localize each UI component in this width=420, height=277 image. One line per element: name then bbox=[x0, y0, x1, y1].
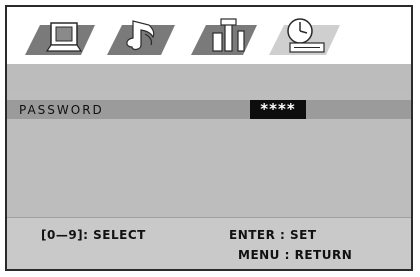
menu-separator-band bbox=[7, 64, 411, 93]
tools-icon bbox=[212, 18, 245, 52]
menu-content-area bbox=[7, 119, 411, 217]
tv-icon bbox=[45, 22, 83, 52]
setup-menu-window: PASSWORD **** [0—9]: SELECT ENTER : SET … bbox=[5, 5, 413, 271]
tab-tv[interactable] bbox=[25, 22, 95, 55]
help-footer: [0—9]: SELECT ENTER : SET MENU : RETURN bbox=[7, 217, 411, 269]
enter-set-hint: ENTER : SET bbox=[229, 228, 317, 242]
menu-return-hint: MENU : RETURN bbox=[238, 248, 353, 262]
password-field[interactable]: **** bbox=[250, 100, 306, 119]
tab-audio[interactable] bbox=[107, 20, 175, 55]
select-hint: [0—9]: SELECT bbox=[41, 228, 146, 242]
menu-icon-bar bbox=[7, 7, 411, 64]
password-label: PASSWORD bbox=[19, 103, 104, 117]
tab-tools[interactable] bbox=[191, 18, 257, 55]
password-row[interactable]: PASSWORD **** bbox=[7, 100, 411, 119]
tab-clock[interactable] bbox=[269, 18, 340, 55]
